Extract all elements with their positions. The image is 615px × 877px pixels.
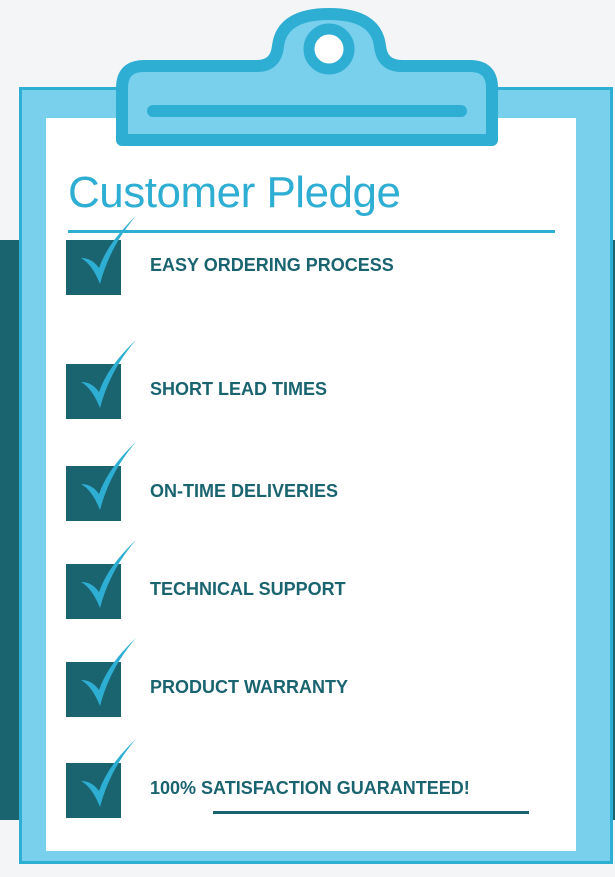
pledge-item: 100% SATISFACTION GUARANTEED! — [66, 739, 566, 838]
pledge-item: EASY ORDERING PROCESS — [66, 216, 566, 315]
pledge-item: ON-TIME DELIVERIES — [66, 442, 566, 541]
pledge-item-label: EASY ORDERING PROCESS — [150, 255, 394, 275]
pledge-item-label: 100% SATISFACTION GUARANTEED! — [150, 778, 470, 798]
pledge-item-label: PRODUCT WARRANTY — [150, 677, 348, 697]
checkmark-icon — [81, 216, 136, 284]
title-divider — [68, 230, 555, 233]
pledge-item: TECHNICAL SUPPORT — [66, 540, 566, 639]
checkmark-icon — [81, 340, 136, 408]
pledge-item-label: ON-TIME DELIVERIES — [150, 481, 339, 501]
checkmark-icon — [81, 540, 136, 608]
checkmark-icon — [81, 442, 136, 510]
checkmark-icon — [81, 739, 136, 807]
guarantee-underline — [213, 811, 529, 814]
clipboard-clip-icon — [116, 8, 498, 146]
pledge-item: PRODUCT WARRANTY — [66, 638, 566, 737]
pledge-item-label: SHORT LEAD TIMES — [150, 379, 328, 399]
pledge-item: SHORT LEAD TIMES — [66, 340, 566, 439]
checkmark-icon — [81, 638, 136, 706]
pledge-item-label: TECHNICAL SUPPORT — [150, 579, 346, 599]
